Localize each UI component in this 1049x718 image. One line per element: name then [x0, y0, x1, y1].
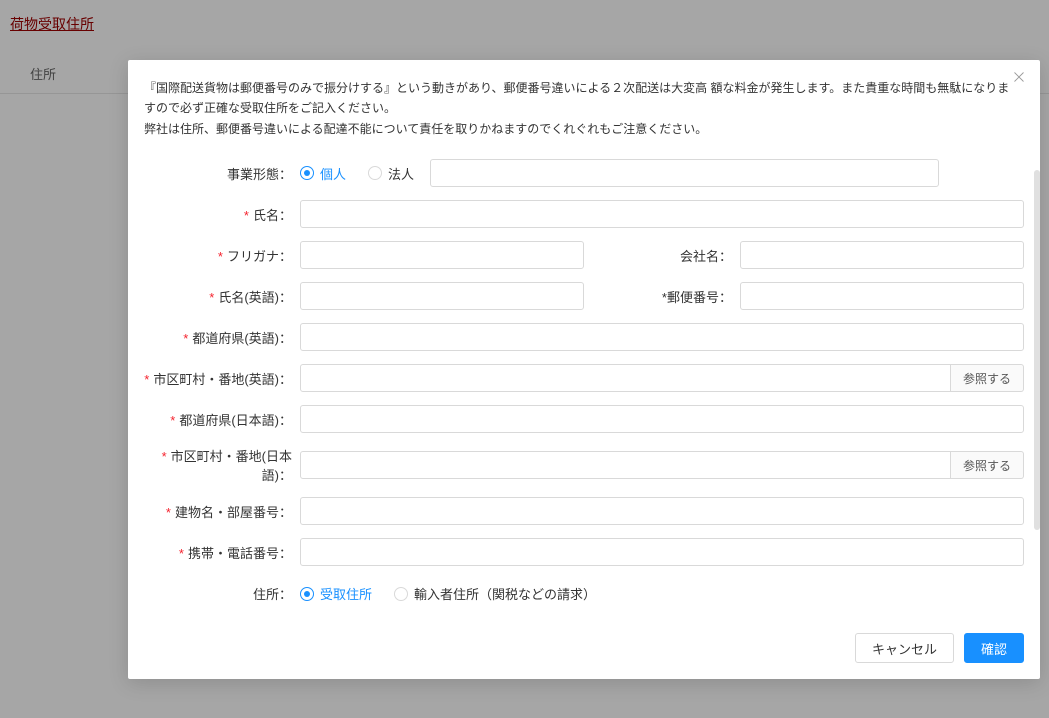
label-address-type: 住所： [144, 584, 292, 603]
radio-receive-label: 受取住所 [320, 584, 372, 603]
label-business-type: 事業形態： [144, 164, 292, 183]
label-phone: *携帯・電話番号： [144, 543, 292, 562]
label-pref-en: *都道府県(英語)： [144, 328, 292, 347]
building-input[interactable] [300, 497, 1024, 525]
browse-ja-button[interactable]: 参照する [951, 451, 1024, 479]
address-modal: 『国際配送貨物は郵便番号のみで振分けする』という動きがあり、郵便番号違いによる２… [128, 60, 1040, 679]
radio-individual-label: 個人 [320, 164, 346, 183]
phone-input[interactable] [300, 538, 1024, 566]
company-input[interactable] [740, 241, 1024, 269]
radio-dot-icon [300, 166, 314, 180]
radio-receive-address[interactable]: 受取住所 [300, 584, 372, 603]
label-company: 会社名： [672, 246, 732, 265]
business-type-radio-group: 個人 法人 [300, 164, 414, 183]
cancel-button[interactable]: キャンセル [855, 633, 954, 663]
address-type-radio-group: 受取住所 輸入者住所（関税などの請求） [300, 584, 596, 603]
postal-input[interactable] [740, 282, 1024, 310]
label-name: *氏名： [144, 205, 292, 224]
close-icon[interactable] [1010, 70, 1028, 88]
scrollbar-thumb[interactable] [1034, 170, 1040, 530]
radio-import-address[interactable]: 輸入者住所（関税などの請求） [394, 584, 596, 603]
label-furigana: *フリガナ： [144, 246, 292, 265]
radio-dot-icon [300, 587, 314, 601]
name-en-input[interactable] [300, 282, 584, 310]
confirm-button[interactable]: 確認 [964, 633, 1024, 663]
notice-line-1: 『国際配送貨物は郵便番号のみで振分けする』という動きがあり、郵便番号違いによる２… [144, 81, 1009, 115]
pref-en-input[interactable] [300, 323, 1024, 351]
name-input[interactable] [300, 200, 1024, 228]
radio-dot-icon [394, 587, 408, 601]
radio-import-label: 輸入者住所（関税などの請求） [414, 584, 596, 603]
radio-corporate[interactable]: 法人 [368, 164, 414, 183]
label-postal: *郵便番号： [658, 287, 732, 306]
label-name-en: *氏名(英語)： [144, 287, 292, 306]
notice-line-2: 弊社は住所、郵便番号違いによる配達不能について責任を取りかねますのでくれぐれもご… [144, 122, 707, 136]
radio-individual[interactable]: 個人 [300, 164, 346, 183]
label-city-ja: *市区町村・番地(日本語)： [144, 446, 292, 484]
label-pref-ja: *都道府県(日本語)： [144, 410, 292, 429]
browse-en-button[interactable]: 参照する [951, 364, 1024, 392]
label-city-en: *市区町村・番地(英語)： [144, 369, 292, 388]
radio-dot-icon [368, 166, 382, 180]
radio-corporate-label: 法人 [388, 164, 414, 183]
business-type-input[interactable] [430, 159, 939, 187]
modal-notice: 『国際配送貨物は郵便番号のみで振分けする』という動きがあり、郵便番号違いによる２… [144, 78, 1024, 139]
modal-footer: キャンセル 確認 [144, 633, 1024, 663]
pref-ja-input[interactable] [300, 405, 1024, 433]
furigana-input[interactable] [300, 241, 584, 269]
label-building: *建物名・部屋番号： [144, 502, 292, 521]
city-ja-input[interactable] [300, 451, 951, 479]
city-en-input[interactable] [300, 364, 951, 392]
